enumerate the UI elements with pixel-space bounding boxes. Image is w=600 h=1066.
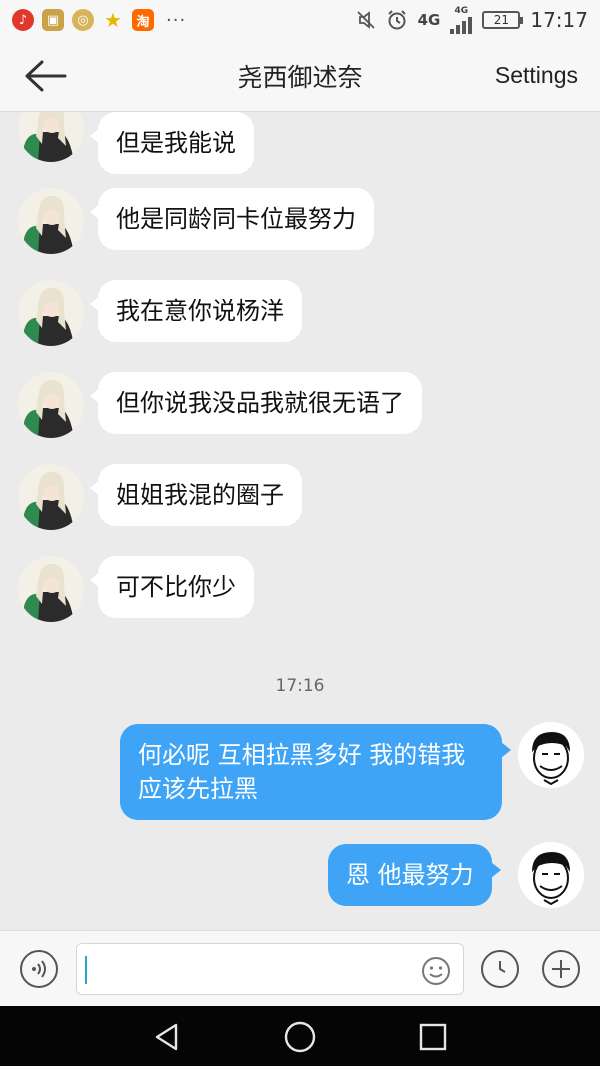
mute-icon (356, 11, 375, 29)
nav-home-icon[interactable] (283, 1020, 317, 1054)
message-text: 姐姐我混的圈子 (116, 481, 284, 509)
text-cursor (85, 956, 87, 984)
history-button[interactable] (481, 950, 519, 988)
more-options-button[interactable] (542, 950, 580, 988)
star-icon: ★ (104, 8, 122, 32)
wallet-icon: ◎ (72, 9, 94, 31)
my-avatar[interactable] (518, 722, 584, 788)
received-message-bubble[interactable]: 他是同龄同卡位最努力 (90, 188, 374, 250)
contact-avatar[interactable] (18, 372, 84, 438)
message-text: 他是同龄同卡位最努力 (116, 205, 356, 233)
network-type-small-label: 4G (454, 5, 469, 16)
message-text: 何必呢 互相拉黑多好 我的错我应该先拉黑 (138, 741, 466, 803)
message-text: 恩 他最努力 (346, 861, 474, 889)
signal-icon (450, 16, 473, 34)
message-text: 我在意你说杨洋 (116, 297, 284, 325)
nav-back-icon[interactable] (152, 1022, 182, 1052)
received-message-bubble[interactable]: 姐姐我混的圈子 (90, 464, 302, 526)
contact-avatar[interactable] (18, 280, 84, 346)
message-input[interactable] (76, 943, 464, 995)
contact-avatar[interactable] (18, 112, 84, 162)
contact-avatar[interactable] (18, 464, 84, 530)
sent-message-bubble[interactable]: 何必呢 互相拉黑多好 我的错我应该先拉黑 (120, 724, 511, 820)
emoji-icon[interactable] (421, 956, 451, 986)
input-bar (0, 930, 600, 1006)
status-time: 17:17 (530, 8, 588, 32)
voice-input-button[interactable] (20, 950, 58, 988)
sent-message-bubble[interactable]: 恩 他最努力 (328, 844, 501, 906)
system-navigation-bar (0, 1006, 600, 1066)
taobao-icon: 淘 (132, 9, 154, 31)
nav-recents-icon[interactable] (418, 1022, 448, 1052)
alarm-icon (387, 10, 406, 30)
status-bar: ♪ ▣ ◎ ★ 淘 ··· 4G 4G 21 17:17 (0, 0, 600, 40)
message-list[interactable]: 但是我能说 他是同龄同卡位最努力 我在意你说杨洋 但你说我没品我就很无语了 姐姐… (0, 112, 600, 930)
received-message-bubble[interactable]: 我在意你说杨洋 (90, 280, 302, 342)
notification-icons: ♪ ▣ ◎ ★ 淘 ··· (12, 8, 187, 32)
clock-icon (499, 961, 506, 973)
battery-icon: 21 (482, 11, 524, 29)
received-message-bubble[interactable]: 但你说我没品我就很无语了 (90, 372, 422, 434)
message-text: 但是我能说 (116, 129, 236, 157)
chat-header: 尧西御述奈 Settings (0, 40, 600, 112)
contact-avatar[interactable] (18, 188, 84, 254)
message-text: 可不比你少 (116, 573, 236, 601)
gallery-icon: ▣ (42, 9, 64, 31)
network-type-label: 4G (417, 11, 441, 29)
netease-music-icon: ♪ (12, 9, 34, 31)
plus-icon (552, 960, 570, 978)
received-message-bubble[interactable]: 但是我能说 (90, 112, 254, 174)
message-text: 但你说我没品我就很无语了 (116, 389, 404, 417)
my-avatar[interactable] (518, 842, 584, 908)
received-message-bubble[interactable]: 可不比你少 (90, 556, 254, 618)
contact-avatar[interactable] (18, 556, 84, 622)
voice-icon (32, 960, 46, 978)
back-arrow-icon[interactable] (22, 58, 68, 94)
more-notifications-icon: ··· (166, 9, 187, 31)
message-timestamp: 17:16 (275, 676, 325, 696)
battery-level: 21 (493, 13, 509, 27)
settings-button[interactable]: Settings (495, 62, 578, 89)
